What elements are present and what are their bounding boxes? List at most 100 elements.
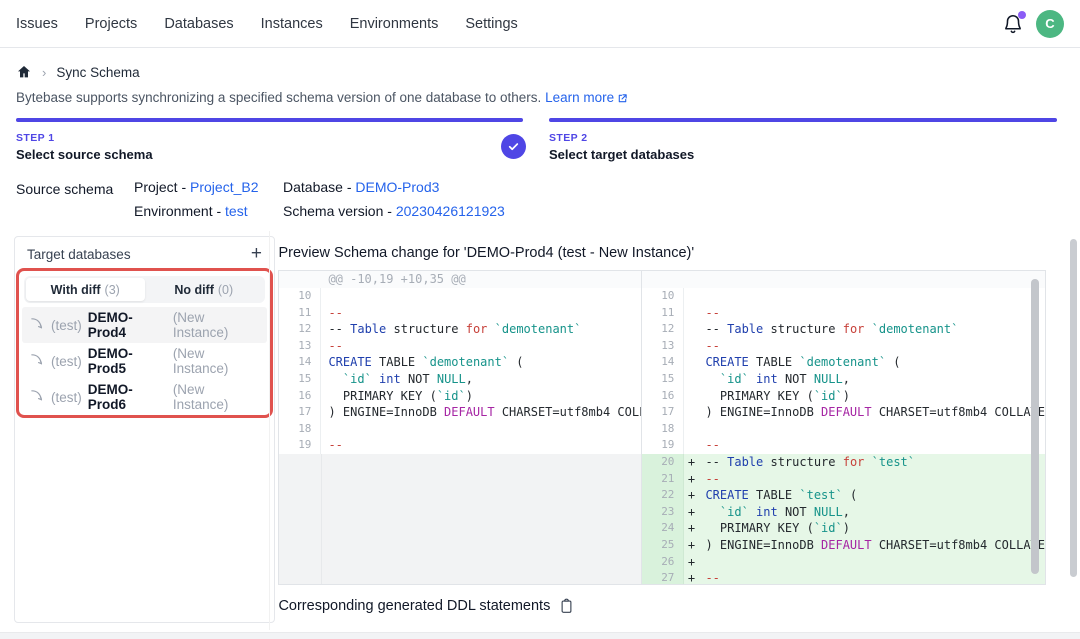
diff-line: 11--	[642, 305, 1045, 322]
schema-diff-viewer: @@ -10,19 +10,35 @@ 1011--12-- Table str…	[278, 270, 1046, 585]
notification-bell-button[interactable]	[1002, 13, 1024, 35]
diff-line-number: 26	[642, 554, 684, 571]
database-suffix: (New Instance)	[173, 310, 259, 340]
diff-line-number: 22	[642, 487, 684, 504]
source-project-link[interactable]: Project_B2	[190, 179, 258, 195]
nav-item-projects[interactable]: Projects	[85, 16, 137, 32]
diff-filter-tabs: With diff(3)No diff(0)	[24, 276, 265, 303]
database-env: (test)	[51, 318, 82, 333]
diff-line-code	[698, 288, 1045, 305]
diff-line: 16 PRIMARY KEY (`id`)	[642, 388, 1045, 405]
diff-line-sign: +	[684, 504, 698, 521]
diff-line-code: CREATE TABLE `test` (	[698, 487, 1045, 504]
diff-line-sign: +	[684, 570, 698, 584]
diff-hunk-header-right	[642, 271, 1045, 288]
target-database-row[interactable]: (test)DEMO-Prod6(New Instance)	[22, 379, 267, 415]
tab-with-diff[interactable]: With diff(3)	[26, 278, 145, 301]
diff-line-code: -- Table structure for `demotenant`	[698, 321, 1045, 338]
diff-line-code	[321, 421, 641, 438]
mysql-icon	[30, 352, 45, 370]
diff-line-sign: +	[684, 520, 698, 537]
learn-more-link[interactable]: Learn more	[545, 90, 628, 105]
step-2-title: Select target databases	[549, 147, 1057, 162]
diff-line-code: PRIMARY KEY (`id`)	[321, 388, 641, 405]
diff-line-number: 13	[279, 338, 321, 355]
diff-line-code: --	[698, 471, 1045, 488]
diff-line-sign	[684, 421, 698, 438]
main-nav: Issues Projects Databases Instances Environm…	[16, 16, 518, 32]
diff-line-number: 16	[279, 388, 321, 405]
target-database-row[interactable]: (test)DEMO-Prod5(New Instance)	[22, 343, 267, 379]
database-env: (test)	[51, 390, 82, 405]
nav-item-settings[interactable]: Settings	[465, 16, 517, 32]
source-field-project: Project - Project_B2	[134, 179, 283, 195]
avatar[interactable]: C	[1036, 10, 1064, 38]
nav-item-instances[interactable]: Instances	[261, 16, 323, 32]
diff-line-code	[698, 554, 1045, 571]
source-schema-version-link[interactable]: 20230426121923	[396, 203, 505, 219]
diff-line-number: 11	[279, 305, 321, 322]
diff-line-code: PRIMARY KEY (`id`)	[698, 388, 1045, 405]
source-environment-link[interactable]: test	[225, 203, 248, 219]
target-database-row[interactable]: (test)DEMO-Prod4(New Instance)	[22, 307, 267, 343]
diff-line-code: --	[321, 338, 641, 355]
diff-line-number: 11	[642, 305, 684, 322]
diff-line: 19 --	[642, 437, 1045, 454]
copy-ddl-button[interactable]	[559, 598, 574, 614]
diff-line: 23+ `id` int NOT NULL,	[642, 504, 1045, 521]
source-database-link[interactable]: DEMO-Prod3	[355, 179, 439, 195]
notification-dot	[1018, 11, 1026, 19]
diff-line-code: --	[698, 437, 1045, 454]
diff-line-code: --	[698, 570, 1045, 584]
diff-line-number: 20	[642, 454, 684, 471]
nav-item-environments[interactable]: Environments	[350, 16, 439, 32]
diff-line-code: `id` int NOT NULL,	[698, 504, 1045, 521]
clipboard-icon	[559, 598, 574, 614]
diff-line: 25+) ENGINE=InnoDB DEFAULT CHARSET=utf8m…	[642, 537, 1045, 554]
diff-line: 12-- Table structure for `demotenant`	[279, 321, 641, 338]
step-indicator: STEP 1 Select source schema STEP 2 Selec…	[0, 105, 1080, 162]
nav-item-databases[interactable]: Databases	[164, 16, 233, 32]
database-suffix: (New Instance)	[173, 346, 259, 376]
diff-line-number: 14	[642, 354, 684, 371]
target-databases-panel: Target databases + With diff(3)No diff(0…	[14, 236, 275, 623]
step-2-label: STEP 2	[549, 132, 1057, 144]
diff-line-number: 19	[642, 437, 684, 454]
diff-line: 22+CREATE TABLE `test` (	[642, 487, 1045, 504]
tab-no-diff[interactable]: No diff(0)	[145, 278, 264, 301]
source-schema-label: Source schema	[16, 179, 134, 219]
diff-line-number: 27	[642, 570, 684, 584]
mysql-icon	[30, 316, 45, 334]
diff-pane-source: @@ -10,19 +10,35 @@ 1011--12-- Table str…	[279, 271, 642, 584]
step-2[interactable]: STEP 2 Select target databases	[549, 118, 1057, 162]
diff-line-sign	[684, 404, 698, 421]
add-target-database-button[interactable]: +	[251, 246, 262, 262]
diff-pane-target: 1011--12-- Table structure for `demotena…	[642, 271, 1045, 584]
source-field-name: Project -	[134, 179, 190, 195]
tab-count: (0)	[218, 283, 233, 297]
nav-item-issues[interactable]: Issues	[16, 16, 58, 32]
diff-line: 19--	[279, 437, 641, 454]
diff-line-sign	[684, 354, 698, 371]
diff-vertical-scrollbar[interactable]	[1031, 279, 1039, 574]
external-link-icon	[617, 93, 628, 104]
source-field-environment: Environment - test	[134, 203, 283, 219]
step-2-bar	[549, 118, 1057, 122]
page-scrollbar[interactable]	[1070, 239, 1077, 577]
diff-line-number: 12	[642, 321, 684, 338]
step-1[interactable]: STEP 1 Select source schema	[16, 118, 523, 162]
diff-line: 15 `id` int NOT NULL,	[642, 371, 1045, 388]
diff-line: 21+--	[642, 471, 1045, 488]
diff-line-code: `id` int NOT NULL,	[698, 371, 1045, 388]
step-1-label: STEP 1	[16, 132, 523, 144]
diff-line-number: 25	[642, 537, 684, 554]
diff-line-sign	[684, 321, 698, 338]
diff-line-code: `id` int NOT NULL,	[321, 371, 641, 388]
home-icon[interactable]	[16, 64, 32, 80]
diff-line-code: --	[321, 305, 641, 322]
diff-line-number: 16	[642, 388, 684, 405]
intro-text: Bytebase supports synchronizing a specif…	[0, 80, 1080, 105]
diff-line-number: 21	[642, 471, 684, 488]
diff-line-code: CREATE TABLE `demotenant` (	[698, 354, 1045, 371]
diff-line-code: --	[321, 437, 641, 454]
